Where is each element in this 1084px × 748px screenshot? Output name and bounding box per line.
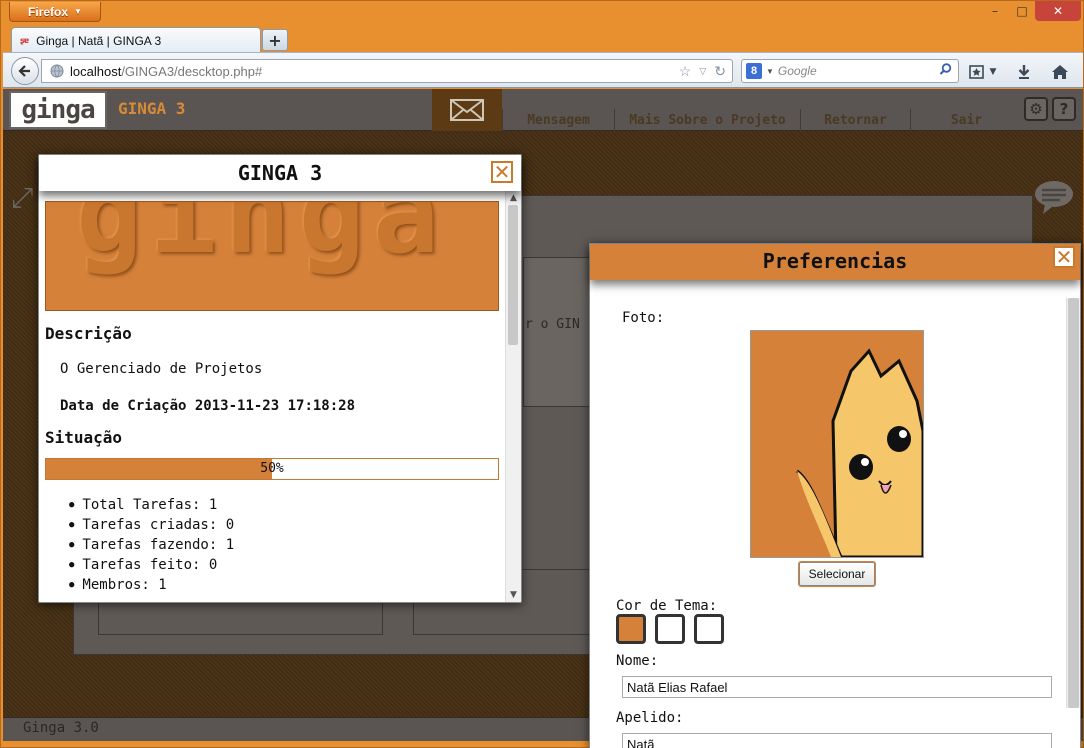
dropdown-arrow-icon[interactable]: ▽ <box>699 66 706 77</box>
preferences-titlebar[interactable]: Preferencias ✕ <box>590 244 1080 280</box>
favicon-icon: ʂɐ <box>20 36 29 45</box>
nav-mensagem[interactable]: Mensagem <box>502 109 614 131</box>
creation-date-value: 2013-11-23 17:18:28 <box>194 398 356 414</box>
status-heading: Situação <box>45 428 123 447</box>
cat-avatar-icon <box>751 331 923 557</box>
download-icon[interactable] <box>1013 61 1035 83</box>
browser-tab[interactable]: ʂɐ Ginga | Natã | GINGA 3 <box>11 27 261 53</box>
close-icon[interactable]: ✕ <box>1053 246 1075 268</box>
app-title: GINGA 3 <box>118 99 186 118</box>
arrow-icon: ⤢ <box>11 181 34 214</box>
close-icon[interactable]: ✕ <box>491 161 513 183</box>
new-tab-button[interactable]: + <box>262 29 288 51</box>
list-item: Tarefas feito: 0 <box>69 555 234 575</box>
mail-icon[interactable] <box>432 89 502 131</box>
task-stats-list: Total Tarefas: 1 Tarefas criadas: 0 Tare… <box>69 495 234 595</box>
help-icon[interactable]: ? <box>1052 97 1076 121</box>
url-host: localhost <box>70 63 122 79</box>
name-field[interactable] <box>622 676 1052 698</box>
preferences-body: Foto: Selecionar Cor de Tema: Nome: Natã… <box>590 280 1066 748</box>
app-header: ginga GINGA 3 Mensagem Mais Sobre o Proj… <box>3 89 1083 131</box>
photo-label: Foto: <box>622 310 665 326</box>
firefox-menu-button[interactable]: Firefox ▼ <box>9 2 101 22</box>
reload-icon[interactable]: ↻ <box>714 63 726 80</box>
tab-title: Ginga | Natã | GINGA 3 <box>36 33 162 48</box>
preferences-title: Preferencias <box>762 249 908 273</box>
globe-icon <box>50 64 64 78</box>
select-photo-button[interactable]: Selecionar <box>799 562 875 586</box>
progress-label: 50% <box>260 461 284 476</box>
theme-swatch-orange[interactable] <box>616 614 646 644</box>
maximize-button[interactable]: □ <box>1009 1 1035 21</box>
project-window: GINGA 3 ✕ ginga Descrição O Gerenciado d… <box>38 154 522 603</box>
bookmarks-icon[interactable] <box>967 61 989 83</box>
nickname-label: Apelido: <box>616 710 684 726</box>
search-input[interactable]: Google <box>778 64 817 78</box>
background-card <box>523 257 593 407</box>
chevron-down-icon[interactable]: ▼ <box>987 61 999 83</box>
scroll-down-icon[interactable]: ▼ <box>506 590 521 600</box>
theme-swatch-2[interactable] <box>655 614 685 644</box>
list-item: Tarefas criadas: 0 <box>69 515 234 535</box>
search-bar[interactable]: 8 ▼ Google <box>741 59 959 83</box>
theme-label: Cor de Tema: <box>616 598 718 614</box>
background-text: r o GIN <box>525 317 580 332</box>
project-logo: ginga <box>45 201 499 311</box>
chevron-down-icon: ▼ <box>766 66 774 76</box>
firefox-menu-label: Firefox <box>28 4 69 19</box>
nav-sair[interactable]: Sair <box>910 109 1022 131</box>
scrollbar-thumb[interactable] <box>1068 298 1079 708</box>
description-heading: Descrição <box>45 324 132 343</box>
project-window-title: GINGA 3 <box>237 161 323 185</box>
nav-retornar[interactable]: Retornar <box>800 109 910 131</box>
navigation-toolbar: localhost/GINGA3/descktop.php# ☆ ▽ ↻ 8 ▼… <box>3 52 1083 88</box>
project-window-titlebar[interactable]: GINGA 3 ✕ <box>39 155 521 191</box>
browser-window: Firefox ▼ – □ ✕ ʂɐ Ginga | Natã | GINGA … <box>0 0 1084 748</box>
chat-icon[interactable] <box>1033 179 1075 223</box>
project-scrollbar[interactable]: ▲ ▼ <box>505 191 521 602</box>
back-arrow-icon <box>18 65 30 77</box>
home-icon[interactable] <box>1049 61 1071 83</box>
name-label: Nome: <box>616 653 659 669</box>
preferences-window: Preferencias ✕ Foto: Selecionar Cor de T… <box>589 243 1081 748</box>
close-window-button[interactable]: ✕ <box>1035 1 1081 21</box>
creation-date-label: Data de Criação <box>60 398 187 414</box>
list-item: Membros: 1 <box>69 575 234 595</box>
theme-swatch-3[interactable] <box>694 614 724 644</box>
nickname-field[interactable] <box>622 733 1052 748</box>
url-bar[interactable]: localhost/GINGA3/descktop.php# ☆ ▽ ↻ <box>41 59 733 83</box>
ginga-logo: ginga <box>9 91 107 129</box>
description-text: O Gerenciado de Projetos <box>60 361 263 377</box>
url-path: /GINGA3/descktop.php# <box>121 63 263 79</box>
search-icon[interactable] <box>939 63 952 79</box>
google-icon[interactable]: 8 <box>746 63 762 79</box>
minimize-button[interactable]: – <box>981 1 1009 21</box>
preferences-scrollbar[interactable] <box>1066 298 1080 708</box>
list-item: Total Tarefas: 1 <box>69 495 234 515</box>
project-logo-text: ginga <box>76 201 448 278</box>
creation-date: Data de Criação 2013-11-23 17:18:28 <box>60 398 355 414</box>
bookmark-star-icon[interactable]: ☆ <box>679 63 692 80</box>
list-item: Tarefas fazendo: 1 <box>69 535 234 555</box>
url-text: localhost/GINGA3/descktop.php# <box>70 64 262 79</box>
gear-icon[interactable]: ⚙ <box>1024 97 1048 121</box>
scroll-up-icon[interactable]: ▲ <box>506 193 521 203</box>
nav-mais-sobre-projeto[interactable]: Mais Sobre o Projeto <box>614 109 800 131</box>
url-bar-actions: ☆ ▽ ↻ <box>679 60 726 82</box>
progress-bar: 50% <box>45 458 499 480</box>
chevron-down-icon: ▼ <box>74 7 82 16</box>
scrollbar-thumb[interactable] <box>508 205 518 345</box>
project-window-body: ginga Descrição O Gerenciado de Projetos… <box>39 191 505 602</box>
back-button[interactable] <box>11 57 39 85</box>
avatar <box>750 330 924 558</box>
